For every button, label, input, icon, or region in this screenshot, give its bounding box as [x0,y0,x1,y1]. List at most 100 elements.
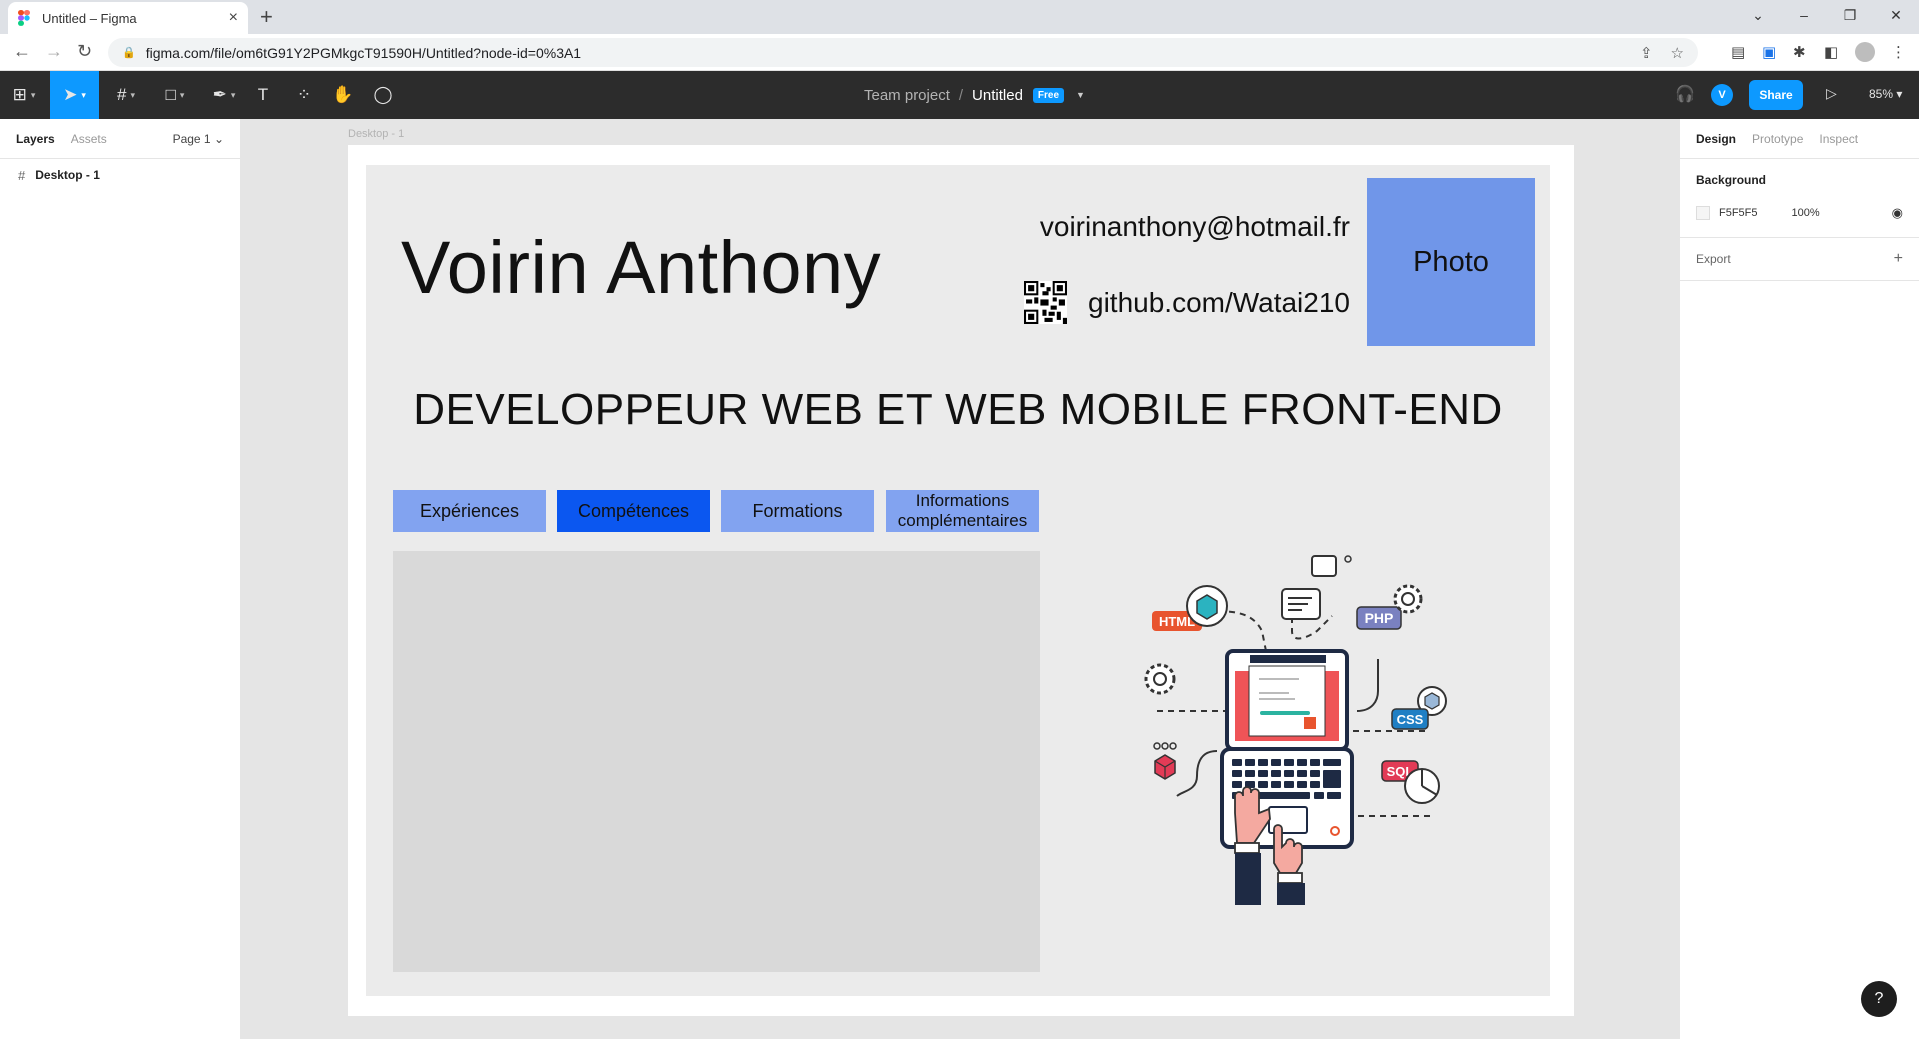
tab-inspect[interactable]: Inspect [1819,132,1858,146]
help-button[interactable]: ? [1861,981,1897,1017]
pen-icon: ✒ [212,85,227,104]
layer-row[interactable]: # Desktop - 1 [0,159,240,191]
text-t-icon: T [257,85,269,104]
illustration-tag-php: PHP [1365,610,1394,626]
restore-icon[interactable]: ❐ [1827,7,1873,24]
bookmark-star-icon[interactable]: ☆ [1671,44,1684,62]
cv-github[interactable]: github.com/Watai210 [1088,287,1350,319]
main-menu-button[interactable]: ⊞ ▾ [0,71,48,119]
minimize-icon[interactable]: – [1781,7,1827,23]
headphones-icon[interactable]: 🎧 [1675,84,1695,104]
frame-hash-icon: # [117,85,127,104]
hand-icon: ✋ [332,85,354,104]
background-heading: Background [1696,173,1767,187]
right-panel-tabs: Design Prototype Inspect [1680,119,1919,159]
file-breadcrumb: Team project / Untitled Free ▼ [864,71,1085,119]
shape-tool-button[interactable]: □ ▾ [152,71,198,119]
tab-prototype[interactable]: Prototype [1752,132,1803,146]
frame-hash-icon: # [18,167,26,183]
hand-tool-button[interactable]: ✋ [328,71,358,119]
puzzle-extensions-icon[interactable]: ✱ [1793,43,1806,61]
page-selector-label: Page 1 [172,131,211,146]
address-bar: ← → ↻ 🔒 figma.com/file/om6tG91Y2PGMkgcT9… [0,34,1919,71]
comment-bubble-icon: ◯ [373,85,393,104]
close-window-icon[interactable]: ✕ [1873,7,1919,24]
background-section: Background F5F5F5 100% ◉ [1680,159,1919,223]
tab-design[interactable]: Design [1696,132,1736,146]
zoom-dropdown[interactable]: 85% ▾ [1869,87,1902,101]
pen-tool-button[interactable]: ✒ ▾ [201,71,247,119]
cv-tab-competences[interactable]: Compétences [557,490,710,532]
move-tool-button[interactable]: ➤ ▾ [50,71,99,119]
background-swatch[interactable] [1696,206,1710,220]
page-selector[interactable]: Page 1 ⌄ [173,132,224,146]
close-tab-icon[interactable]: × [229,9,238,27]
cv-email[interactable]: voirinanthony@hotmail.fr [1040,211,1350,243]
browser-menu-icon[interactable]: ⋮ [1891,43,1906,61]
components-icon: ⁘ [296,85,312,104]
tab-assets[interactable]: Assets [71,132,107,146]
back-icon[interactable]: ← [13,41,31,62]
background-hex-input[interactable]: F5F5F5 [1719,207,1758,219]
url-field[interactable]: 🔒 figma.com/file/om6tG91Y2PGMkgcT91590H/… [108,38,1698,67]
reload-icon[interactable]: ↻ [77,41,92,62]
illustration-tag-css: CSS [1397,712,1424,727]
tab-search-icon[interactable]: ⌄ [1735,7,1781,24]
chevron-down-icon[interactable]: ▼ [1076,90,1085,100]
file-name[interactable]: Untitled [972,87,1023,104]
background-opacity-input[interactable]: 100% [1792,207,1820,219]
add-export-plus-icon[interactable]: + [1894,250,1903,268]
extension-icon[interactable]: ▤ [1731,43,1745,61]
figma-logo-icon: ⊞ [12,85,27,104]
new-tab-button[interactable]: + [260,4,273,30]
qr-code-icon [1024,281,1067,324]
cv-tab-experiences[interactable]: Expériences [393,490,546,532]
cv-content-box[interactable] [393,551,1040,972]
developer-laptop-illustration[interactable]: HTML PHP CSS SQL [1102,551,1502,971]
layers-panel: Layers Assets Page 1 ⌄ # Desktop - 1 [0,119,241,1039]
side-panel-icon[interactable]: ◧ [1824,43,1838,61]
project-link[interactable]: Team project [864,87,950,104]
comment-tool-button[interactable]: ◯ [368,71,398,119]
extension-icon[interactable]: ▣ [1762,43,1776,61]
browser-tab[interactable]: Untitled – Figma × [8,2,248,34]
cv-tab-informations[interactable]: Informations complémentaires [886,490,1039,532]
lock-icon: 🔒 [122,47,136,59]
profile-icon[interactable] [1855,42,1875,66]
cv-photo-label: Photo [1413,245,1489,278]
desktop-frame[interactable]: Voirin Anthony voirinanthony@hotmail.fr … [348,145,1574,1016]
cv-job-title[interactable]: DEVELOPPEUR WEB ET WEB MOBILE FRONT-END [366,385,1550,435]
window-controls: ⌄ – ❐ ✕ [1735,0,1919,30]
layer-label: Desktop - 1 [35,168,100,182]
breadcrumb-separator: / [958,86,964,104]
figma-favicon-icon [18,10,30,26]
canvas[interactable]: Desktop - 1 Voirin Anthony voirinanthony… [241,119,1679,1039]
export-heading: Export [1696,252,1731,266]
cv-name[interactable]: Voirin Anthony [401,225,881,310]
present-play-icon[interactable]: ▷ [1826,85,1837,102]
forward-icon[interactable]: → [45,41,63,62]
visibility-eye-icon[interactable]: ◉ [1892,205,1903,221]
browser-tab-strip: Untitled – Figma × + ⌄ – ❐ ✕ [0,0,1919,34]
export-section: Export + [1680,238,1919,281]
url-text: figma.com/file/om6tG91Y2PGMkgcT91590H/Un… [145,44,582,61]
share-page-icon[interactable]: ⇪ [1640,44,1653,62]
cursor-icon: ➤ [63,85,78,104]
frame-label[interactable]: Desktop - 1 [348,128,404,140]
text-tool-button[interactable]: T [250,71,276,119]
cv-board[interactable]: Voirin Anthony voirinanthony@hotmail.fr … [366,165,1550,996]
rectangle-icon: □ [165,85,176,104]
background-fill-row: F5F5F5 100% ◉ [1696,203,1903,223]
resources-button[interactable]: ⁘ [289,71,319,119]
cv-photo-placeholder[interactable]: Photo [1367,178,1535,346]
frame-tool-button[interactable]: # ▾ [103,71,149,119]
user-avatar[interactable]: V [1711,84,1733,106]
tab-layers[interactable]: Layers [16,132,55,146]
share-button[interactable]: Share [1749,80,1803,110]
plan-badge: Free [1032,87,1065,103]
browser-tab-title: Untitled – Figma [42,10,137,26]
left-panel-tabs: Layers Assets Page 1 ⌄ [0,119,240,159]
cv-tab-formations[interactable]: Formations [721,490,874,532]
zoom-value: 85% [1869,87,1894,101]
properties-panel: Design Prototype Inspect Background F5F5… [1679,119,1919,1039]
